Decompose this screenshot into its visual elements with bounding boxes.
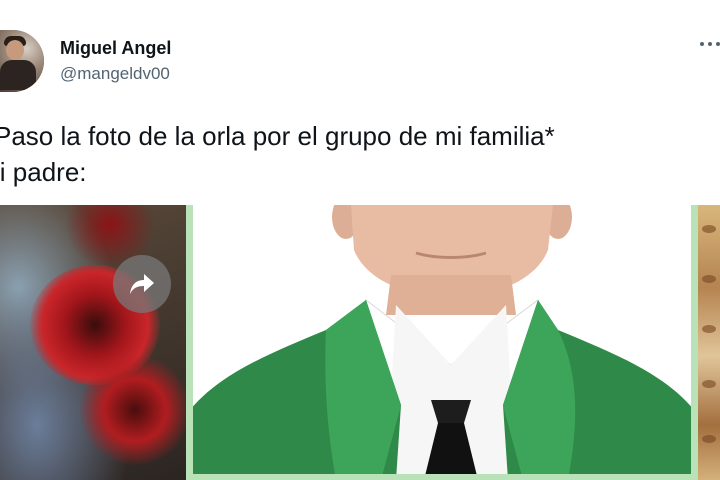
share-arrow-icon[interactable]	[113, 255, 171, 313]
tweet-text: Paso la foto de la orla por el grupo de …	[0, 118, 555, 190]
author-handle[interactable]: @mangeldv00	[60, 64, 170, 84]
media-image-right[interactable]	[698, 205, 720, 480]
tweet-media[interactable]	[0, 205, 720, 480]
more-dots-icon[interactable]	[692, 34, 720, 54]
tweet-header: Miguel Angel @mangeldv00	[0, 0, 720, 100]
author-display-name[interactable]: Miguel Angel	[60, 38, 171, 59]
avatar[interactable]	[0, 30, 44, 92]
tweet-text-line-1: Paso la foto de la orla por el grupo de …	[0, 121, 555, 151]
tweet-text-line-2: li padre:	[0, 157, 87, 187]
media-image-left[interactable]	[0, 205, 186, 480]
media-image-portrait[interactable]	[186, 205, 698, 480]
